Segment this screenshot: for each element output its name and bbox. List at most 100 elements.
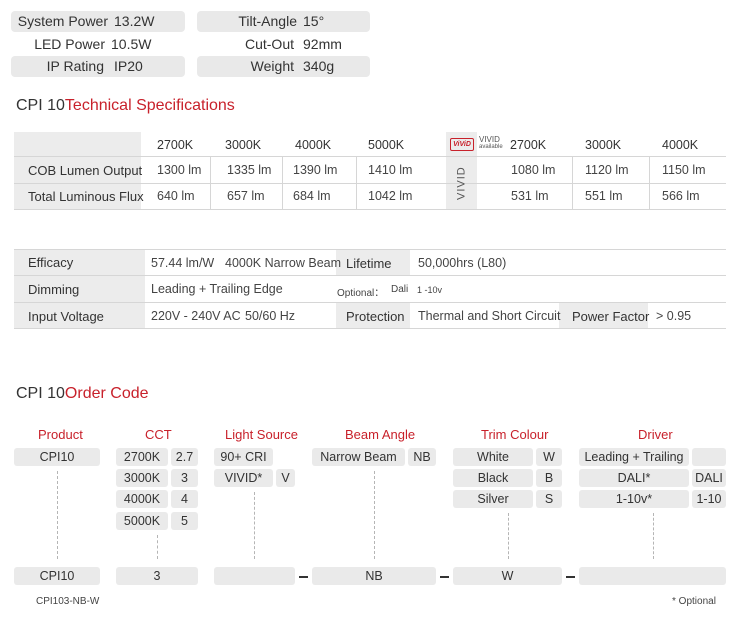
- table-cell: 1120 lm: [585, 163, 629, 177]
- header-driver: Driver: [638, 427, 673, 442]
- efficacy-label: Efficacy: [28, 255, 74, 270]
- vivid-cct-header-4000: 4000K: [662, 138, 699, 152]
- order-code-model: CPI 10: [16, 385, 65, 402]
- dimming-label: Dimming: [28, 282, 80, 297]
- optional-label: Optional：: [337, 288, 385, 299]
- elec-row-divider-1: [14, 275, 726, 276]
- light-source-option-label: 90+ CRI: [214, 448, 273, 466]
- driver-option-code: 1-10: [692, 490, 726, 508]
- table-cell: 1335 lm: [227, 163, 272, 177]
- light-source-option-label: VIVID*: [214, 469, 273, 487]
- table-cell: 1042 lm: [368, 189, 413, 203]
- cct-connector: [157, 535, 158, 559]
- cct-option-code: 3: [171, 469, 198, 487]
- led-power-value: 10.5W: [111, 36, 152, 52]
- trim-option-code: S: [536, 490, 562, 508]
- col-divider-5: [649, 156, 650, 209]
- light-source-connector: [254, 492, 255, 559]
- lifetime-label: Lifetime: [346, 256, 392, 271]
- header-beam-angle: Beam Angle: [345, 427, 416, 442]
- table-cell: 1390 lm: [293, 163, 338, 177]
- vivid-available-label: VIVID available: [479, 135, 503, 151]
- tilt-angle-label: Tilt-Angle: [238, 13, 297, 29]
- trim-option-code: B: [536, 469, 562, 487]
- col-divider-4: [572, 156, 573, 209]
- cct-option-label: 4000K: [116, 490, 168, 508]
- vivid-vertical-label: VIVID: [455, 166, 468, 200]
- ip-rating-label: IP Rating: [46, 58, 104, 74]
- dash-separator: [299, 576, 308, 578]
- light-source-option-code: V: [276, 469, 295, 487]
- table-cell: 657 lm: [227, 189, 265, 203]
- order-code-title: CPI 10Order Code: [16, 385, 149, 403]
- driver-option-label: Leading + Trailing: [579, 448, 689, 466]
- table-cell: 1300 lm: [157, 163, 202, 177]
- trim-connector: [508, 513, 509, 559]
- col-divider-2: [282, 156, 283, 209]
- product-option: CPI10: [14, 448, 100, 466]
- trim-option-label: Silver: [453, 490, 533, 508]
- table-cell: 684 lm: [293, 189, 331, 203]
- row-label-cob-lumen: COB Lumen Output: [28, 163, 143, 178]
- table-cell: 1150 lm: [662, 163, 706, 177]
- cct-header-4000: 4000K: [295, 138, 332, 152]
- table-row-divider: [14, 183, 726, 184]
- driver-option-code: DALI: [692, 469, 726, 487]
- header-light-source: Light Source: [225, 427, 298, 442]
- header-trim-colour: Trim Colour: [481, 427, 549, 442]
- product-connector: [57, 471, 58, 559]
- optional-footnote: * Optional: [672, 596, 716, 607]
- input-frequency-value: 50/60 Hz: [245, 309, 296, 323]
- input-voltage-value: 220V - 240V AC: [151, 309, 241, 323]
- tech-spec-model: CPI 10: [16, 97, 65, 114]
- cut-out-value: 92mm: [303, 36, 342, 52]
- example-product: CPI10: [14, 567, 100, 585]
- beam-connector: [374, 471, 375, 559]
- order-code-heading: Order Code: [64, 385, 149, 402]
- input-voltage-label: Input Voltage: [28, 309, 104, 324]
- weight-value: 340g: [303, 58, 335, 74]
- cct-option-label: 3000K: [116, 469, 168, 487]
- example-cct: 3: [116, 567, 198, 585]
- table-header-divider: [14, 156, 726, 157]
- power-factor-value: > 0.95: [656, 309, 692, 323]
- table-bottom-rule: [14, 209, 726, 210]
- elec-row-divider-2: [14, 302, 726, 303]
- row-label-total-flux: Total Luminous Flux: [28, 189, 144, 204]
- cct-option-label: 2700K: [116, 448, 168, 466]
- vivid-available-text: VIVID: [479, 135, 500, 144]
- table-cell: 1080 lm: [511, 163, 556, 177]
- cut-out-label: Cut-Out: [244, 36, 294, 52]
- dimming-value: Leading + Trailing Edge: [151, 282, 283, 296]
- elec-top-rule: [14, 249, 726, 250]
- example-light-source: [214, 567, 295, 585]
- efficacy-note: 4000K Narrow Beam: [225, 256, 342, 270]
- table-cell: 640 lm: [157, 189, 195, 203]
- elec-bottom-rule: [14, 328, 726, 329]
- cct-option-label: 5000K: [116, 512, 168, 530]
- beam-option-label: Narrow Beam: [312, 448, 405, 466]
- table-cell: 531 lm: [511, 189, 549, 203]
- protection-label: Protection: [346, 309, 405, 324]
- driver-option-code: [692, 448, 726, 466]
- optional-dali: Dali: [391, 284, 409, 295]
- vivid-logo-icon: ViViD: [450, 138, 474, 151]
- vivid-logo-text: ViViD: [453, 141, 471, 148]
- example-trim: W: [453, 567, 562, 585]
- tilt-angle-value: 15°: [303, 13, 325, 29]
- cct-header-3000: 3000K: [225, 138, 262, 152]
- trim-option-code: W: [536, 448, 562, 466]
- driver-option-label: DALI*: [579, 469, 689, 487]
- vivid-cct-header-3000: 3000K: [585, 138, 622, 152]
- col-divider-1: [210, 156, 211, 209]
- protection-value: Thermal and Short Circuit: [418, 309, 561, 323]
- trim-option-label: White: [453, 448, 533, 466]
- lifetime-value: 50,000hrs (L80): [418, 256, 507, 270]
- tech-spec-heading: Technical Specifications: [64, 97, 235, 114]
- cct-header-5000: 5000K: [368, 138, 405, 152]
- power-factor-label: Power Factor: [572, 309, 650, 324]
- cct-option-code: 4: [171, 490, 198, 508]
- trim-option-label: Black: [453, 469, 533, 487]
- example-code: CPI103-NB-W: [36, 596, 100, 607]
- driver-connector: [653, 513, 654, 559]
